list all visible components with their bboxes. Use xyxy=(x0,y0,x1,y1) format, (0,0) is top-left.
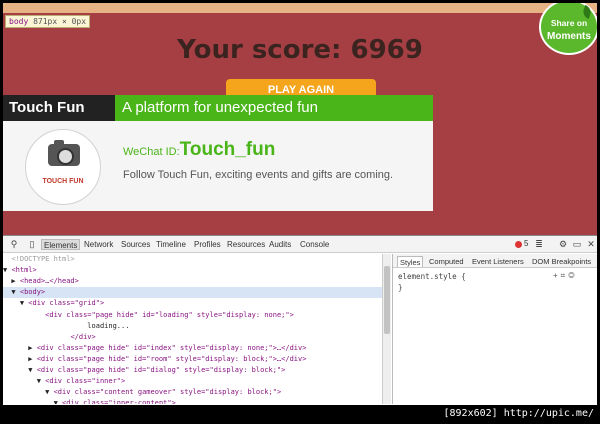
touch-fun-promo-banner[interactable]: Touch Fun A platform for unexpected fun … xyxy=(3,95,433,211)
dom-tree-panel[interactable]: <!DOCTYPE html> ▼ <html> ▶ <head>…</head>… xyxy=(3,254,382,404)
wechat-id: Touch_fun xyxy=(179,139,276,160)
gear-icon[interactable]: ⚙ xyxy=(558,239,568,249)
dom-line-code: <div class="page hide" id="index" style=… xyxy=(36,343,307,352)
tab-event-listeners[interactable]: Event Listeners xyxy=(472,256,524,267)
scrollbar-thumb[interactable] xyxy=(384,266,390,334)
dom-tree-line[interactable]: loading... xyxy=(3,321,382,332)
dom-tree-line[interactable]: <div class="page hide" id="loading" styl… xyxy=(3,310,382,321)
touch-fun-logo: TOUCH FUN xyxy=(25,129,101,205)
score-heading: Your score: 6969 xyxy=(177,35,423,65)
image-footer: [892x602] http://upic.me/ xyxy=(0,405,600,424)
dom-line-code: </div> xyxy=(70,332,96,341)
dock-icon[interactable]: ▭ xyxy=(572,239,582,249)
share-label: Share on xyxy=(550,18,588,28)
wechat-id-line: WeChat ID:Touch_fun xyxy=(123,139,275,161)
dom-line-code: <div class="page hide" id="room" style="… xyxy=(36,354,307,363)
dom-tree-line[interactable]: <!DOCTYPE html> xyxy=(3,254,382,265)
devtools-panel: ⚲ ▯ Elements Network Sources Timeline Pr… xyxy=(3,235,597,405)
element-style-rule[interactable]: element.style { xyxy=(398,272,466,281)
dom-line-code: loading... xyxy=(87,321,130,330)
color-format-icon[interactable]: ◎ xyxy=(568,271,577,280)
element-dimension-tooltip: body 871px × 0px xyxy=(5,15,91,28)
devtools-toolbar: ⚲ ▯ Elements Network Sources Timeline Pr… xyxy=(3,236,597,253)
dom-tree-line[interactable]: ▼ <div class="grid"> xyxy=(3,298,382,309)
tab-console[interactable]: Console xyxy=(300,239,329,250)
element-style-close: } xyxy=(398,283,403,292)
dom-tree-line[interactable]: ▼ <body> xyxy=(3,287,382,299)
add-rule-icon[interactable]: + xyxy=(553,271,561,280)
moments-label: Moments xyxy=(547,31,591,42)
promo-tagline: A platform for unexpected fun xyxy=(115,95,433,121)
dom-tree-line[interactable]: ▼ <div class="inner-content"> xyxy=(3,398,382,404)
dom-tree-line[interactable]: ▶ <head>…</head> xyxy=(3,276,382,287)
dom-tree-line[interactable]: ▼ <div class="content gameover" style="d… xyxy=(3,387,382,398)
dom-line-code: <html> xyxy=(11,266,37,275)
dom-tree-line[interactable]: ▶ <div class="page hide" id="room" style… xyxy=(3,354,382,365)
style-actions: +⌗◎ xyxy=(553,271,578,281)
tab-elements[interactable]: Elements xyxy=(41,239,81,250)
game-page: body 871px × 0px Your score: 6969 PLAY A… xyxy=(3,3,597,235)
dom-line-code: <div class="inner"> xyxy=(45,377,126,386)
tooltip-tag: body xyxy=(9,17,29,26)
dom-tree-line[interactable]: ▶ <div class="page hide" id="index" styl… xyxy=(3,343,382,354)
styles-sidebar: Styles Computed Event Listeners DOM Brea… xyxy=(392,254,597,404)
search-icon[interactable]: ⚲ xyxy=(9,239,19,249)
tab-computed[interactable]: Computed xyxy=(429,256,464,267)
logo-text: TOUCH FUN xyxy=(42,178,84,185)
dom-scrollbar[interactable] xyxy=(382,254,391,404)
tab-resources[interactable]: Resources xyxy=(227,239,265,250)
camera-icon xyxy=(48,140,80,166)
tab-sources[interactable]: Sources xyxy=(121,239,150,250)
dom-tree-line[interactable]: ▼ <div class="page hide" id="dialog" sty… xyxy=(3,365,382,376)
page-top-bar xyxy=(3,3,597,13)
dom-line-code: <div class="inner-content"> xyxy=(62,399,176,404)
dom-line-code: <!DOCTYPE html> xyxy=(11,255,75,263)
tab-network[interactable]: Network xyxy=(84,239,113,250)
screenshot-frame: body 871px × 0px Your score: 6969 PLAY A… xyxy=(3,3,597,405)
wechat-prefix: WeChat ID: xyxy=(123,146,180,158)
device-mode-icon[interactable]: ▯ xyxy=(27,239,37,249)
tab-dom-breakpoints[interactable]: DOM Breakpoints xyxy=(532,256,591,267)
dom-line-code: <head>…</head> xyxy=(19,277,79,286)
leaf-icon xyxy=(581,4,593,20)
dom-line-code: <div class="page hide" id="loading" styl… xyxy=(45,310,294,319)
dom-line-code: <div class="content gameover" style="dis… xyxy=(53,388,282,397)
tab-audits[interactable]: Audits xyxy=(269,239,291,250)
promo-brand: Touch Fun xyxy=(3,95,115,121)
tab-profiles[interactable]: Profiles xyxy=(194,239,221,250)
promo-body: TOUCH FUN WeChat ID:Touch_fun Follow Tou… xyxy=(3,121,433,211)
dom-tree-line[interactable]: </div> xyxy=(3,332,382,343)
dom-tree-line[interactable]: ▼ <div class="inner"> xyxy=(3,376,382,387)
error-count[interactable]: 5 xyxy=(524,239,528,248)
footer-text: [892x602] http://upic.me/ xyxy=(443,408,594,419)
dom-line-code: <div class="page hide" id="dialog" style… xyxy=(36,366,286,374)
dom-line-code: <div class="grid"> xyxy=(28,299,105,308)
dom-line-code: <body> xyxy=(19,288,46,297)
tooltip-size: 871px × 0px xyxy=(28,17,87,26)
styles-tabs: Styles Computed Event Listeners DOM Brea… xyxy=(393,254,597,268)
console-drawer-icon[interactable]: ≣ xyxy=(534,239,544,249)
dom-tree-line[interactable]: ▼ <html> xyxy=(3,265,382,276)
follow-text: Follow Touch Fun, exciting events and gi… xyxy=(123,169,394,181)
error-icon[interactable] xyxy=(515,241,522,248)
share-moments-button[interactable]: Share on Moments xyxy=(539,3,597,55)
tab-timeline[interactable]: Timeline xyxy=(156,239,186,250)
tab-styles[interactable]: Styles xyxy=(397,256,424,267)
close-icon[interactable]: ✕ xyxy=(586,239,596,249)
